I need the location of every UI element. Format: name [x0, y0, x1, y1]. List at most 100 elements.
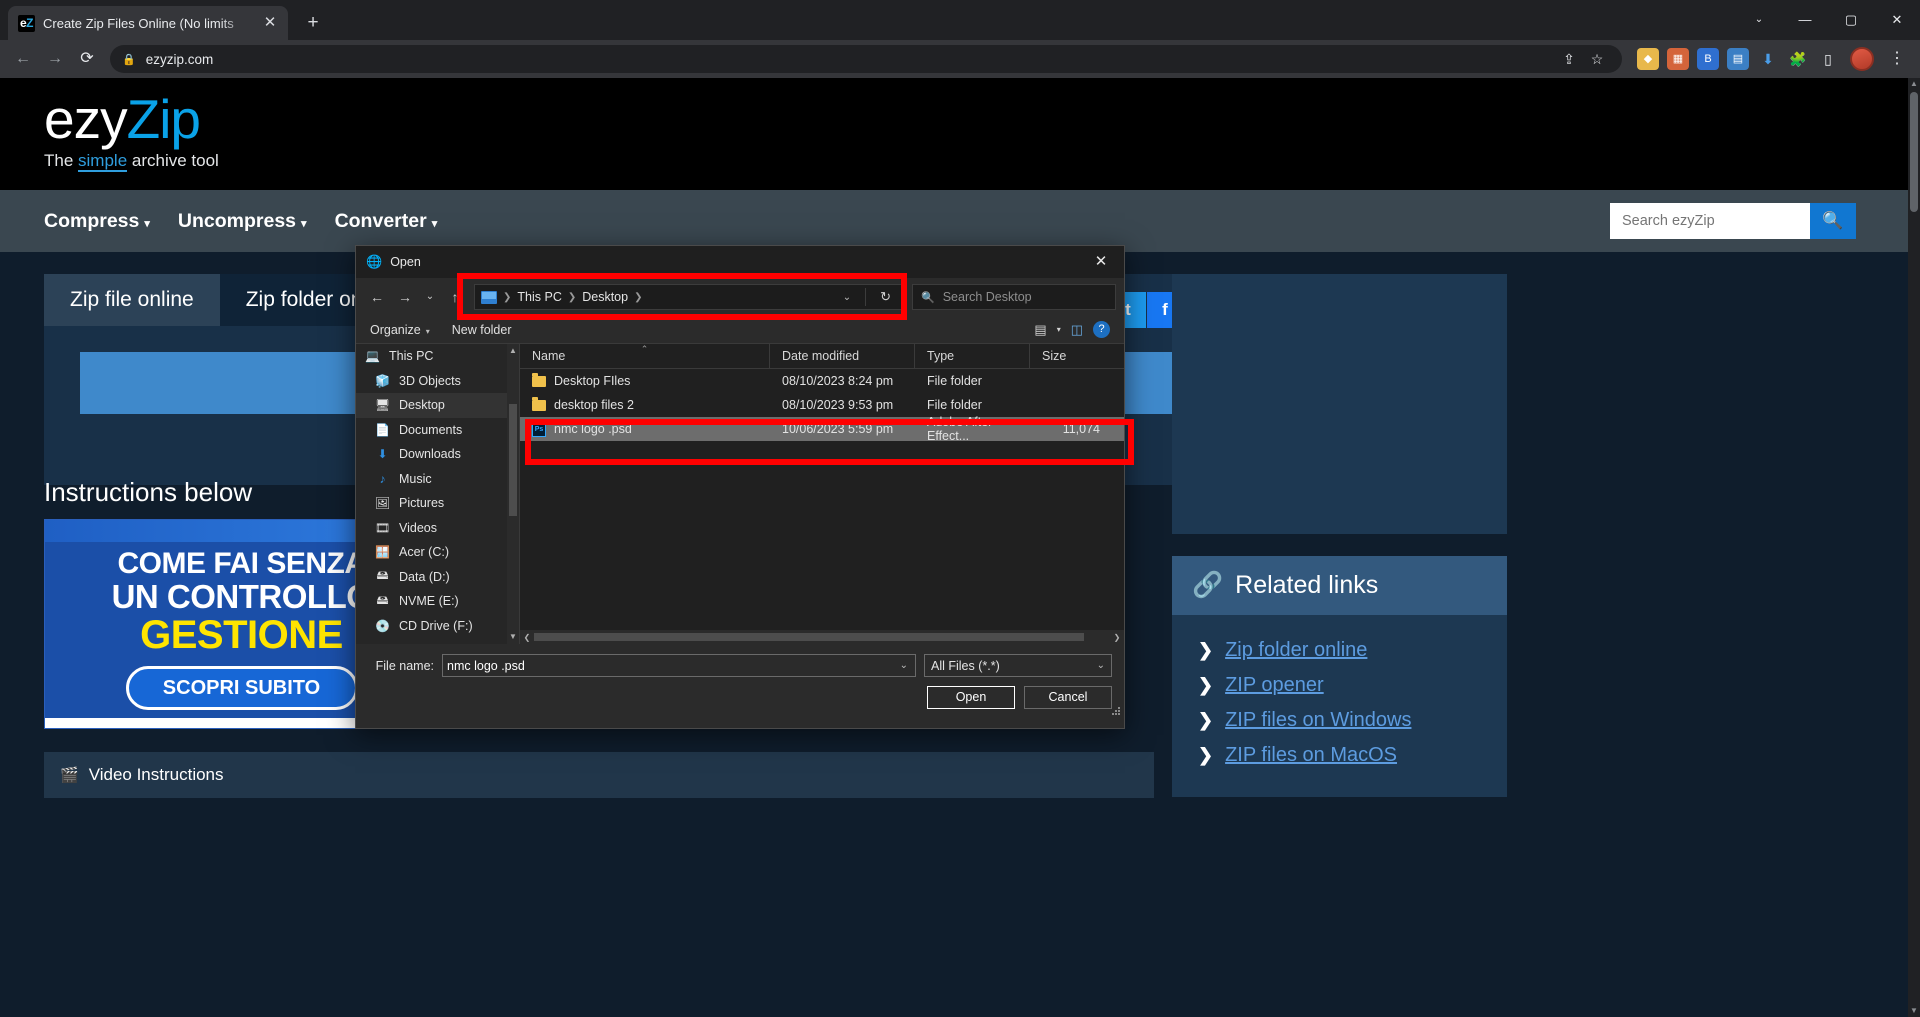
file-row[interactable]: Desktop FIles 08/10/2023 8:24 pm File fo…: [520, 369, 1124, 393]
hscroll-track[interactable]: [534, 630, 1110, 644]
sidebar-item-music[interactable]: ♪ Music: [356, 467, 519, 492]
chevron-down-icon: ▾: [425, 326, 430, 336]
profile-avatar[interactable]: [1850, 47, 1874, 71]
file-row[interactable]: desktop files 2 08/10/2023 9:53 pm File …: [520, 393, 1124, 417]
organize-button[interactable]: Organize ▾: [370, 323, 430, 337]
open-button[interactable]: Open: [927, 686, 1015, 709]
up-one-level-icon[interactable]: ↑: [442, 284, 468, 310]
dialog-close-icon[interactable]: ✕: [1078, 246, 1124, 278]
file-name-input[interactable]: nmc logo .psd ⌄: [442, 654, 916, 677]
tab-zip-file-online[interactable]: Zip file online: [44, 274, 220, 326]
nav-uncompress[interactable]: Uncompress ▾: [178, 210, 307, 233]
ezyzip-logo[interactable]: ezyZip The simple archive tool: [44, 92, 219, 172]
dialog-back-icon[interactable]: ←: [364, 284, 390, 310]
hscroll-left-arrow[interactable]: ❮: [520, 633, 534, 642]
back-icon[interactable]: ←: [8, 44, 38, 74]
resize-grip-icon[interactable]: [1110, 705, 1122, 717]
address-breadcrumb-bar[interactable]: ❯ This PC ❯ Desktop ❯ ⌄ ↻: [474, 284, 906, 310]
share-icon[interactable]: ⇪: [1556, 46, 1582, 72]
dialog-search-box[interactable]: 🔍 Search Desktop: [912, 284, 1116, 310]
related-link-label[interactable]: Zip folder online: [1225, 639, 1367, 662]
sidebar-item-downloads[interactable]: ⬇ Downloads: [356, 442, 519, 467]
chevron-down-icon[interactable]: ⌄: [900, 660, 911, 671]
column-header-name[interactable]: ⌃ Name: [520, 343, 770, 369]
browser-tab[interactable]: eZ Create Zip Files Online (No limits ✕: [8, 6, 288, 40]
help-icon[interactable]: ?: [1093, 321, 1110, 338]
column-header-date-modified[interactable]: Date modified: [770, 343, 915, 369]
file-list-horizontal-scrollbar[interactable]: ❮ ❯: [520, 630, 1124, 644]
preview-pane-icon[interactable]: ◫: [1071, 322, 1083, 338]
hscroll-right-arrow[interactable]: ❯: [1110, 633, 1124, 642]
sidebar-label: Desktop: [399, 398, 445, 413]
ad-cta-button[interactable]: SCOPRI SUBITO: [125, 666, 358, 711]
new-folder-button[interactable]: New folder: [452, 323, 512, 337]
related-link-item[interactable]: ❯ ZIP files on Windows: [1186, 703, 1493, 738]
sidebar-item-videos[interactable]: 🎞 Videos: [356, 516, 519, 541]
chrome-menu-icon[interactable]: ⋮: [1882, 44, 1912, 74]
scroll-up-arrow[interactable]: ▲: [1908, 78, 1920, 90]
sidebar-scroll-thumb[interactable]: [509, 404, 517, 516]
view-chevron-icon[interactable]: ▾: [1057, 325, 1061, 334]
maximize-button[interactable]: ▢: [1828, 0, 1874, 40]
sidebar-scroll-down[interactable]: ▼: [507, 630, 519, 644]
sidebar-item-cd-drive-f[interactable]: 💿 CD Drive (F:): [356, 614, 519, 639]
video-instructions-bar[interactable]: 🎬 Video Instructions: [44, 752, 1154, 798]
page-scrollbar[interactable]: ▲ ▼: [1908, 78, 1920, 1017]
nav-compress[interactable]: Compress ▾: [44, 210, 150, 233]
view-options-icon[interactable]: ▤: [1034, 322, 1046, 338]
download-extension-icon[interactable]: ⬇: [1757, 48, 1779, 70]
sidebar-item-3d-objects[interactable]: 🧊 3D Objects: [356, 369, 519, 394]
extensions-puzzle-icon[interactable]: 🧩: [1787, 48, 1809, 70]
bitwarden-extension-icon[interactable]: B: [1697, 48, 1719, 70]
breadcrumb-desktop[interactable]: Desktop: [582, 290, 628, 304]
sidebar-item-nvme-e[interactable]: 🖴 NVME (E:): [356, 589, 519, 614]
file-type-select[interactable]: All Files (*.*) ⌄: [924, 654, 1112, 677]
refresh-icon[interactable]: ↻: [872, 289, 899, 305]
reload-icon[interactable]: ⟳: [72, 44, 102, 74]
close-window-button[interactable]: ✕: [1874, 0, 1920, 40]
search-input[interactable]: [1610, 203, 1810, 239]
cancel-button[interactable]: Cancel: [1024, 686, 1112, 709]
side-panel-icon[interactable]: ▯: [1817, 48, 1839, 70]
hscroll-thumb[interactable]: [534, 633, 1084, 641]
sidebar-scrollbar[interactable]: ▲ ▼: [507, 344, 519, 644]
forward-icon[interactable]: →: [40, 44, 70, 74]
related-link-item[interactable]: ❯ ZIP opener: [1186, 668, 1493, 703]
videos-icon: 🎞: [374, 520, 391, 535]
file-name: desktop files 2: [554, 398, 634, 412]
tab-close-icon[interactable]: ✕: [260, 13, 280, 33]
sidebar-item-desktop[interactable]: 🖥 Desktop: [356, 393, 519, 418]
column-header-size[interactable]: Size: [1030, 344, 1110, 369]
address-bar[interactable]: 🔒 ezyzip.com ⇪ ☆: [110, 45, 1622, 73]
sidebar-scroll-up[interactable]: ▲: [507, 344, 519, 358]
search-button[interactable]: 🔍: [1810, 203, 1856, 239]
related-link-item[interactable]: ❯ Zip folder online: [1186, 633, 1493, 668]
dialog-forward-icon[interactable]: →: [392, 284, 418, 310]
sidebar-item-documents[interactable]: 📄 Documents: [356, 418, 519, 443]
color-extension-icon[interactable]: ▦: [1667, 48, 1689, 70]
puzzle-extension-icon[interactable]: ◆: [1637, 48, 1659, 70]
column-header-type[interactable]: Type: [915, 343, 1030, 369]
related-link-label[interactable]: ZIP files on Windows: [1225, 709, 1411, 732]
sidebar-item-data-d[interactable]: 🖴 Data (D:): [356, 565, 519, 590]
browser-toolbar: ← → ⟳ 🔒 ezyzip.com ⇪ ☆ ◆ ▦ B ▤ ⬇ 🧩 ▯ ⋮: [0, 40, 1920, 78]
sidebar-item-pictures[interactable]: 🖼 Pictures: [356, 491, 519, 516]
sidebar-item-acer-c[interactable]: 🪟 Acer (C:): [356, 540, 519, 565]
breadcrumb-this-pc[interactable]: This PC: [517, 290, 561, 304]
scrollbar-thumb[interactable]: [1910, 92, 1918, 212]
related-link-label[interactable]: ZIP opener: [1225, 674, 1324, 697]
file-row-selected[interactable]: Ps nmc logo .psd 10/06/2023 5:59 pm Adobe…: [520, 415, 1124, 443]
nav-converter[interactable]: Converter ▾: [335, 210, 438, 233]
minimize-button[interactable]: —: [1782, 0, 1828, 40]
related-link-item[interactable]: ❯ ZIP files on MacOS: [1186, 738, 1493, 773]
breadcrumb-dropdown-icon[interactable]: ⌄: [835, 292, 859, 303]
tab-search-icon[interactable]: ⌄: [1736, 0, 1782, 40]
bookmark-star-icon[interactable]: ☆: [1584, 46, 1610, 72]
tabs-extension-icon[interactable]: ▤: [1727, 48, 1749, 70]
sidebar-item-this-pc[interactable]: 💻 This PC: [356, 344, 519, 369]
file-date: 08/10/2023 9:53 pm: [782, 398, 894, 412]
related-link-label[interactable]: ZIP files on MacOS: [1225, 744, 1397, 767]
recent-locations-icon[interactable]: ⌄: [420, 284, 440, 310]
scroll-down-arrow[interactable]: ▼: [1908, 1005, 1920, 1017]
new-tab-button[interactable]: +: [298, 8, 328, 38]
